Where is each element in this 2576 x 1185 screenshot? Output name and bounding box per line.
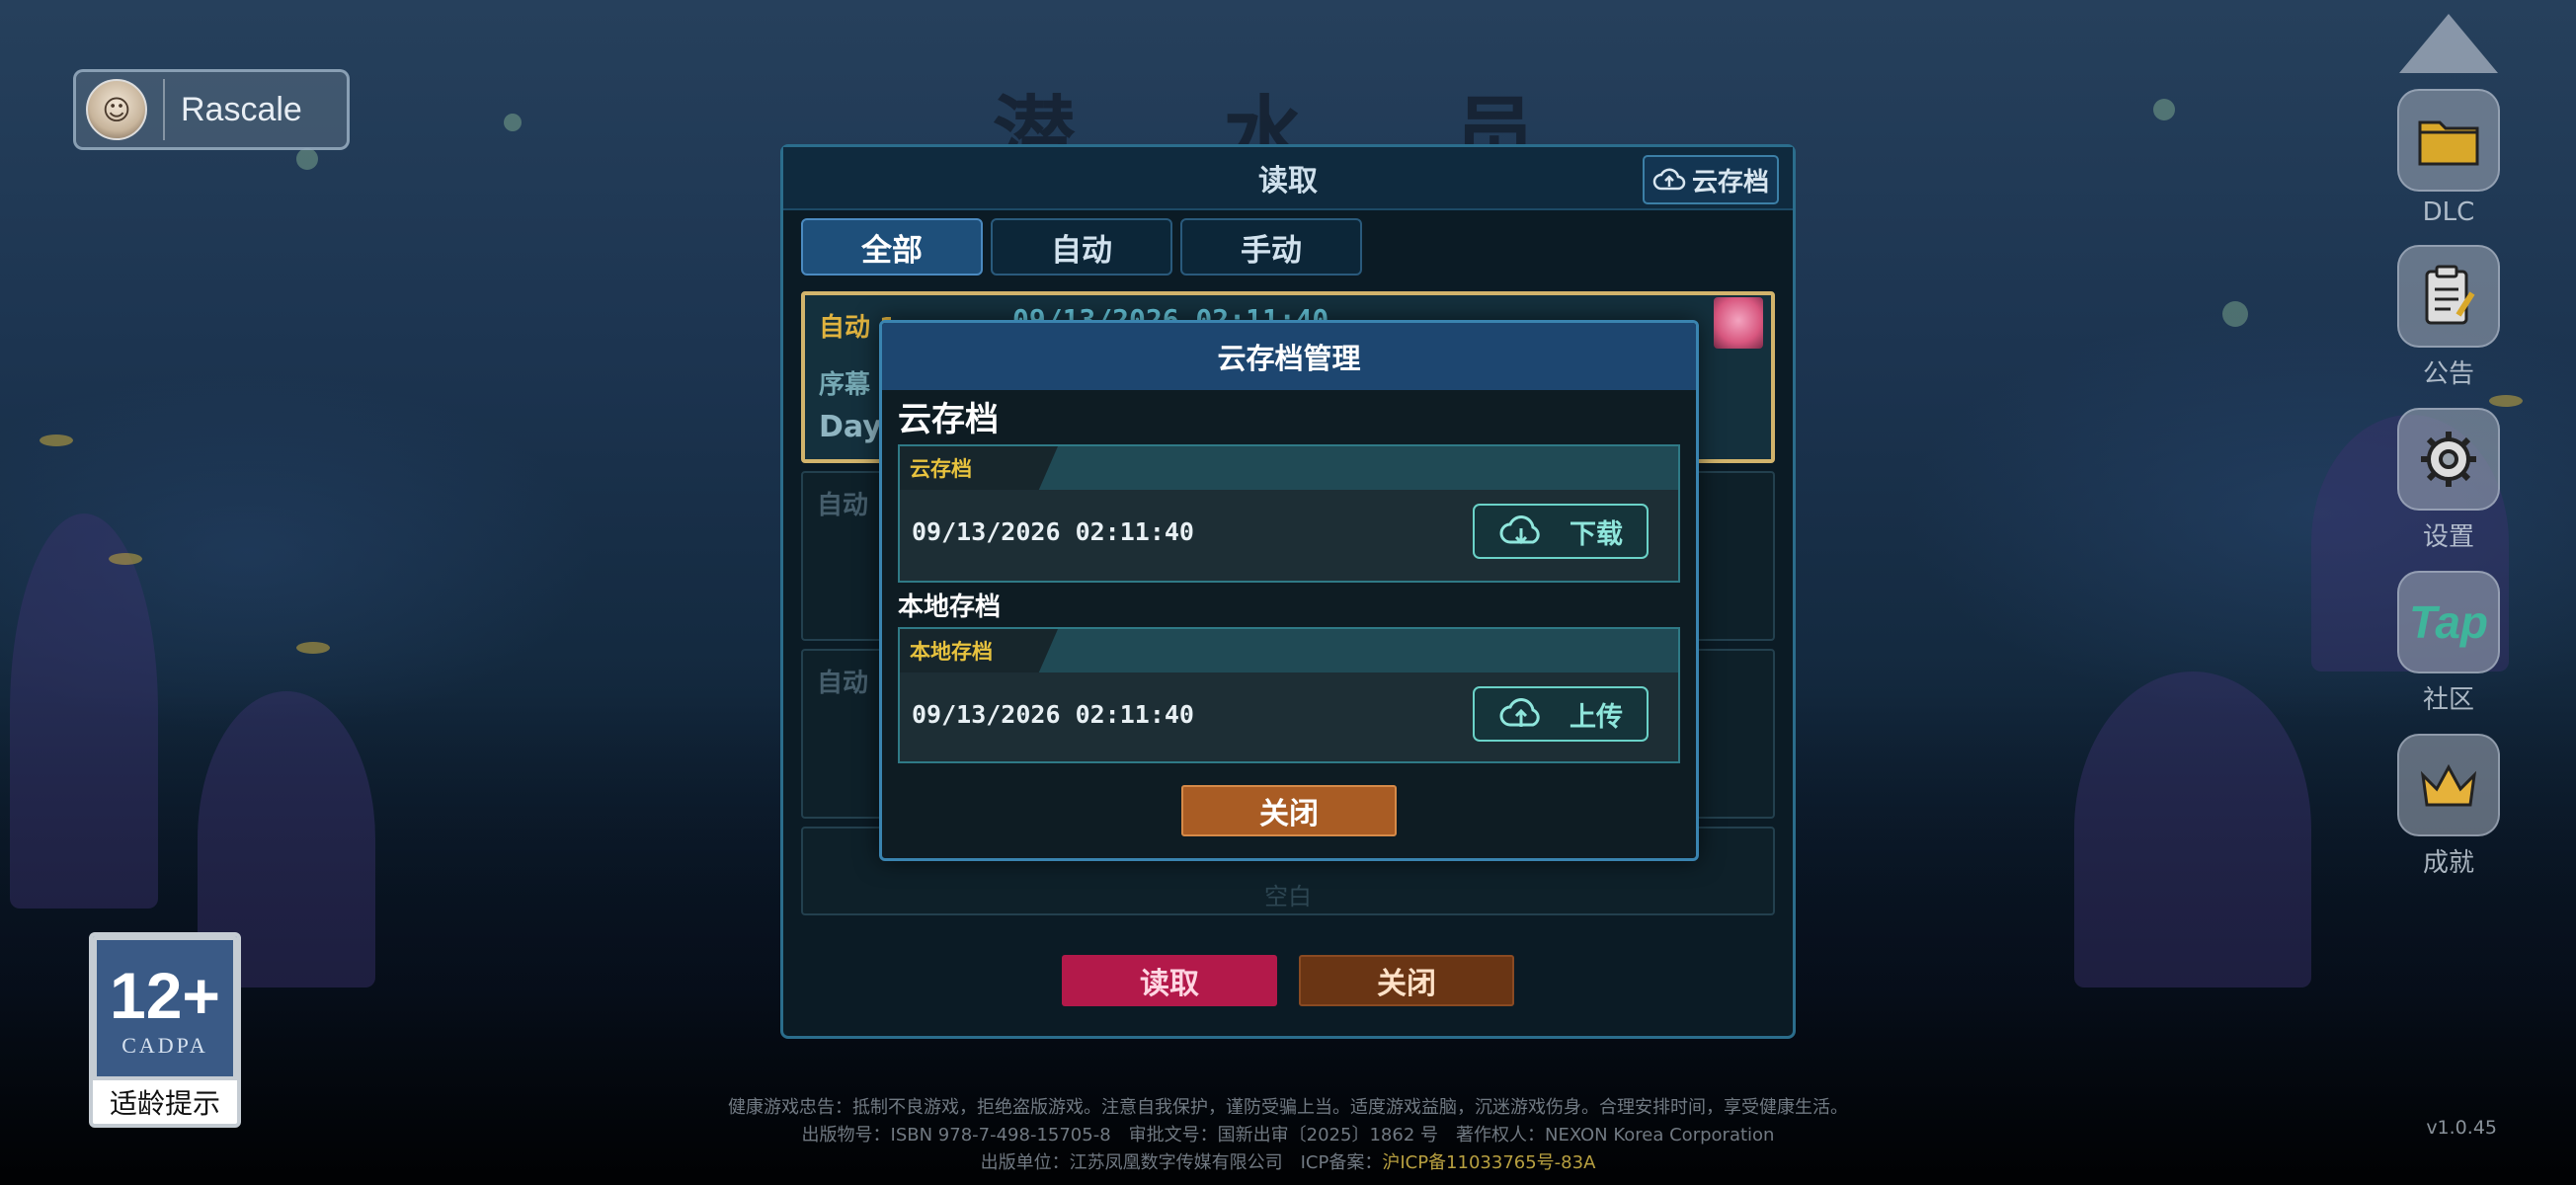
footer-line: 出版物号：ISBN 978-7-498-15705-8 审批文号：国新出审〔20… — [801, 1125, 1775, 1146]
taptap-logo-text: Tap — [2408, 596, 2489, 648]
local-save-entry: 本地存档 09/13/2026 02:11:40 上传 — [898, 627, 1680, 763]
tab-manual[interactable]: 手动 — [1180, 218, 1362, 276]
dialog-title: 云存档管理 — [882, 323, 1696, 390]
player-profile[interactable]: ☺ Rascale — [73, 69, 350, 150]
dialog-footer: 关闭 — [882, 785, 1696, 836]
menu-item-label: 公告 — [2422, 359, 2474, 389]
entry-body: 09/13/2026 02:11:40 上传 — [900, 672, 1678, 763]
legal-footer: 健康游戏忠告：抵制不良游戏，拒绝盗版游戏。注意自我保护，谨防受骗上当。适度游戏益… — [0, 1094, 2576, 1177]
cloud-upload-icon — [1499, 698, 1540, 727]
player-name: Rascale — [181, 90, 302, 128]
save-slot-thumbnail — [1714, 297, 1763, 349]
divider — [163, 79, 165, 140]
menu-item-label: 成就 — [2422, 848, 2474, 878]
cloud-save-entry: 云存档 09/13/2026 02:11:40 下载 — [898, 444, 1680, 583]
icp-link[interactable]: 沪ICP备11033765号-83A — [1382, 1152, 1595, 1173]
menu-item-notice[interactable]: 公告 — [2394, 245, 2503, 390]
bubble-decoration — [2222, 301, 2248, 327]
menu-item-community[interactable]: Tap 社区 — [2394, 571, 2503, 716]
tab-all[interactable]: 全部 — [801, 218, 983, 276]
cloud-download-icon — [1499, 515, 1540, 545]
bubble-decoration — [296, 148, 318, 170]
age-rating-top: 12+ CADPA — [93, 936, 237, 1080]
close-button[interactable]: 关闭 — [1299, 955, 1514, 1006]
entry-body: 09/13/2026 02:11:40 下载 — [900, 490, 1678, 581]
menu-item-label: 社区 — [2422, 685, 2474, 715]
load-panel-footer: 读取 关闭 — [783, 925, 1793, 1036]
tab-auto[interactable]: 自动 — [991, 218, 1172, 276]
cloud-save-dialog: 云存档管理 云存档 云存档 09/13/2026 02:11:40 下载 本地存… — [879, 320, 1699, 861]
avatar: ☺ — [86, 79, 147, 140]
footer-publisher: 出版单位：江苏凤凰数字传媒有限公司 ICP备案： — [980, 1152, 1383, 1173]
gear-icon — [2397, 408, 2500, 511]
collapse-arrow-icon[interactable] — [2399, 14, 2498, 73]
fish-decoration — [40, 434, 73, 446]
crown-icon — [2397, 734, 2500, 836]
bubble-decoration — [2153, 99, 2175, 120]
bubble-decoration — [504, 114, 522, 131]
coral-decoration — [2074, 672, 2311, 988]
side-menu: DLC 公告 设置 Tap 社区 成就 — [2394, 14, 2503, 897]
entry-tag: 本地存档 — [900, 629, 1058, 672]
save-tabs: 全部 自动 手动 — [783, 210, 1793, 283]
entry-tag-row: 本地存档 — [900, 629, 1678, 672]
menu-item-label: 设置 — [2422, 522, 2474, 552]
menu-item-settings[interactable]: 设置 — [2394, 408, 2503, 553]
upload-button[interactable]: 上传 — [1473, 686, 1649, 742]
save-slot-chapter: 序幕 — [819, 370, 871, 400]
age-rating-org: CADPA — [121, 1033, 208, 1058]
menu-item-achievements[interactable]: 成就 — [2394, 734, 2503, 879]
cloud-save-button[interactable]: 云存档 — [1643, 155, 1779, 204]
upload-button-label: 上传 — [1570, 701, 1623, 733]
taptap-icon: Tap — [2397, 571, 2500, 673]
entry-tag-row: 云存档 — [900, 446, 1678, 490]
folder-icon — [2397, 89, 2500, 192]
notice-icon — [2397, 245, 2500, 348]
entry-date: 09/13/2026 02:11:40 — [912, 517, 1194, 546]
menu-item-dlc[interactable]: DLC — [2394, 89, 2503, 227]
menu-item-label: DLC — [2422, 198, 2475, 227]
cloud-save-button-label: 云存档 — [1691, 167, 1769, 198]
cloud-upload-icon — [1652, 168, 1686, 191]
footer-line: 健康游戏忠告：抵制不良游戏，拒绝盗版游戏。注意自我保护，谨防受骗上当。适度游戏益… — [728, 1097, 1848, 1118]
version-label: v1.0.45 — [2426, 1117, 2497, 1139]
cloud-section-title: 云存档 — [898, 400, 999, 439]
entry-tag: 云存档 — [900, 446, 1058, 490]
save-slot-label: 自动 — [817, 491, 869, 520]
dialog-close-button[interactable]: 关闭 — [1181, 785, 1397, 836]
local-section-title: 本地存档 — [898, 592, 1002, 622]
save-slot-empty-label: 空白 — [1264, 883, 1312, 910]
fish-decoration — [296, 642, 330, 654]
load-panel-header: 读取 云存档 — [783, 147, 1793, 210]
load-panel-title: 读取 — [1258, 164, 1318, 198]
coral-decoration — [10, 514, 158, 908]
download-button-label: 下载 — [1570, 518, 1623, 550]
read-button[interactable]: 读取 — [1062, 955, 1277, 1006]
fish-decoration — [109, 553, 142, 565]
entry-date: 09/13/2026 02:11:40 — [912, 700, 1194, 729]
save-slot-label: 自动 — [817, 669, 869, 698]
footer-line: 出版单位：江苏凤凰数字传媒有限公司 ICP备案：沪ICP备11033765号-8… — [0, 1149, 2576, 1177]
age-rating-value: 12+ — [110, 959, 220, 1032]
download-button[interactable]: 下载 — [1473, 504, 1649, 559]
